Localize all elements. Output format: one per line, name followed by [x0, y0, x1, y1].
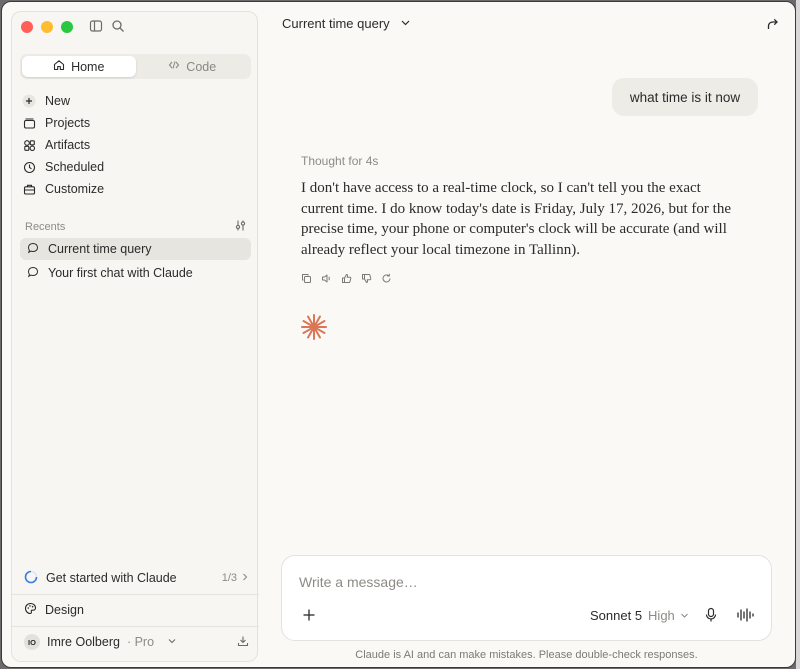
conversation-title-menu[interactable]: Current time query	[282, 16, 411, 31]
get-started-item[interactable]: Get started with Claude 1/3	[24, 568, 249, 588]
sidebar-item-label: Customize	[45, 182, 105, 196]
thumbs-up-icon[interactable]	[341, 273, 352, 284]
sidebar-nav: New Projects Artifacts Scheduled Customi…	[22, 90, 250, 200]
close-window-button[interactable]	[21, 21, 33, 33]
chevron-down-icon	[680, 608, 689, 623]
chevron-down-icon	[167, 635, 177, 649]
microphone-icon[interactable]	[704, 607, 718, 628]
zoom-window-button[interactable]	[61, 21, 73, 33]
recents-header: Recents	[25, 219, 247, 235]
sidebar-item-label: Scheduled	[45, 160, 105, 174]
user-menu[interactable]: IO Imre Oolberg · Pro	[24, 634, 249, 650]
sidebar-divider	[12, 594, 259, 595]
effort-level: High	[648, 608, 675, 623]
code-icon	[168, 59, 180, 74]
user-name: Imre Oolberg	[47, 635, 120, 649]
get-started-progress: 1/3	[222, 572, 249, 584]
avatar: IO	[24, 634, 40, 650]
voice-mode-icon[interactable]	[736, 607, 754, 628]
minimize-window-button[interactable]	[41, 21, 53, 33]
plus-icon	[22, 94, 36, 108]
model-name: Sonnet 5	[590, 608, 643, 623]
chat-bubble-icon	[27, 242, 39, 257]
recents-list: Current time query Your first chat with …	[20, 238, 251, 286]
tab-code-label: Code	[186, 59, 217, 74]
sidebar-toggle-icon[interactable]	[89, 19, 103, 33]
recents-label: Recents	[25, 221, 66, 233]
get-started-progress-text: 1/3	[221, 572, 237, 584]
thumbs-down-icon[interactable]	[361, 273, 372, 284]
message-input[interactable]	[299, 574, 739, 590]
recent-chat-label: Your first chat with Claude	[48, 266, 193, 280]
sidebar-item-label: Projects	[45, 116, 91, 130]
copy-icon[interactable]	[301, 273, 312, 284]
sidebar-top-icons	[89, 19, 125, 33]
sidebar-item-projects[interactable]: Projects	[22, 112, 250, 134]
sidebar-item-artifacts[interactable]: Artifacts	[22, 134, 250, 156]
filter-icon[interactable]	[234, 219, 247, 235]
sidebar-item-scheduled[interactable]: Scheduled	[22, 156, 250, 178]
assistant-message: I don't have access to a real-time clock…	[301, 180, 731, 258]
user-message-text: what time is it now	[629, 89, 741, 105]
sidebar-divider	[12, 626, 259, 627]
artifacts-icon	[22, 138, 36, 152]
sidebar-item-label: New	[45, 94, 71, 108]
disclaimer: Claude is AI and can make mistakes. Plea…	[355, 649, 698, 661]
sidebar-item-design[interactable]: Design	[24, 602, 84, 618]
retry-icon[interactable]	[381, 273, 392, 284]
palette-icon	[24, 602, 37, 618]
add-attachment-icon[interactable]	[302, 608, 316, 627]
share-icon[interactable]	[766, 17, 780, 36]
effort-selector: High	[648, 608, 689, 623]
conversation-title: Current time query	[282, 16, 390, 31]
design-label: Design	[45, 603, 84, 617]
speaker-icon[interactable]	[321, 273, 332, 284]
sidebar: Home Code New Projects Artifacts Schedul…	[11, 11, 259, 662]
progress-ring-icon	[24, 570, 38, 587]
message-actions	[301, 273, 392, 284]
download-icon[interactable]	[237, 635, 249, 650]
sidebar-item-new[interactable]: New	[22, 90, 250, 112]
briefcase-icon	[22, 182, 36, 196]
tab-home-label: Home	[71, 59, 105, 74]
clock-icon	[22, 160, 36, 174]
recent-chat-label: Current time query	[48, 242, 152, 256]
recent-chat-item[interactable]: Current time query	[20, 238, 251, 260]
chevron-down-icon	[400, 16, 411, 31]
search-icon[interactable]	[111, 19, 125, 33]
tab-code[interactable]: Code	[136, 56, 250, 77]
window-controls	[21, 21, 73, 33]
claude-spark-icon	[300, 313, 328, 346]
chat-bubble-icon	[27, 266, 39, 281]
chevron-right-icon	[241, 572, 249, 584]
message-composer: Sonnet 5 High	[281, 555, 772, 641]
get-started-label: Get started with Claude	[46, 571, 177, 585]
sidebar-item-customize[interactable]: Customize	[22, 178, 250, 200]
recent-chat-item[interactable]: Your first chat with Claude	[20, 262, 251, 284]
user-message: what time is it now	[612, 78, 758, 116]
mode-switcher: Home Code	[20, 54, 251, 79]
tab-home[interactable]: Home	[22, 56, 136, 77]
sidebar-item-label: Artifacts	[45, 138, 91, 152]
user-plan: · Pro	[126, 635, 155, 649]
thought-toggle[interactable]: Thought for 4s	[301, 154, 378, 168]
model-selector[interactable]: Sonnet 5 High	[590, 608, 689, 623]
home-icon	[53, 59, 65, 74]
folder-icon	[22, 116, 36, 130]
app-window: Home Code New Projects Artifacts Schedul…	[1, 1, 796, 668]
background-window-edge	[796, 0, 800, 669]
